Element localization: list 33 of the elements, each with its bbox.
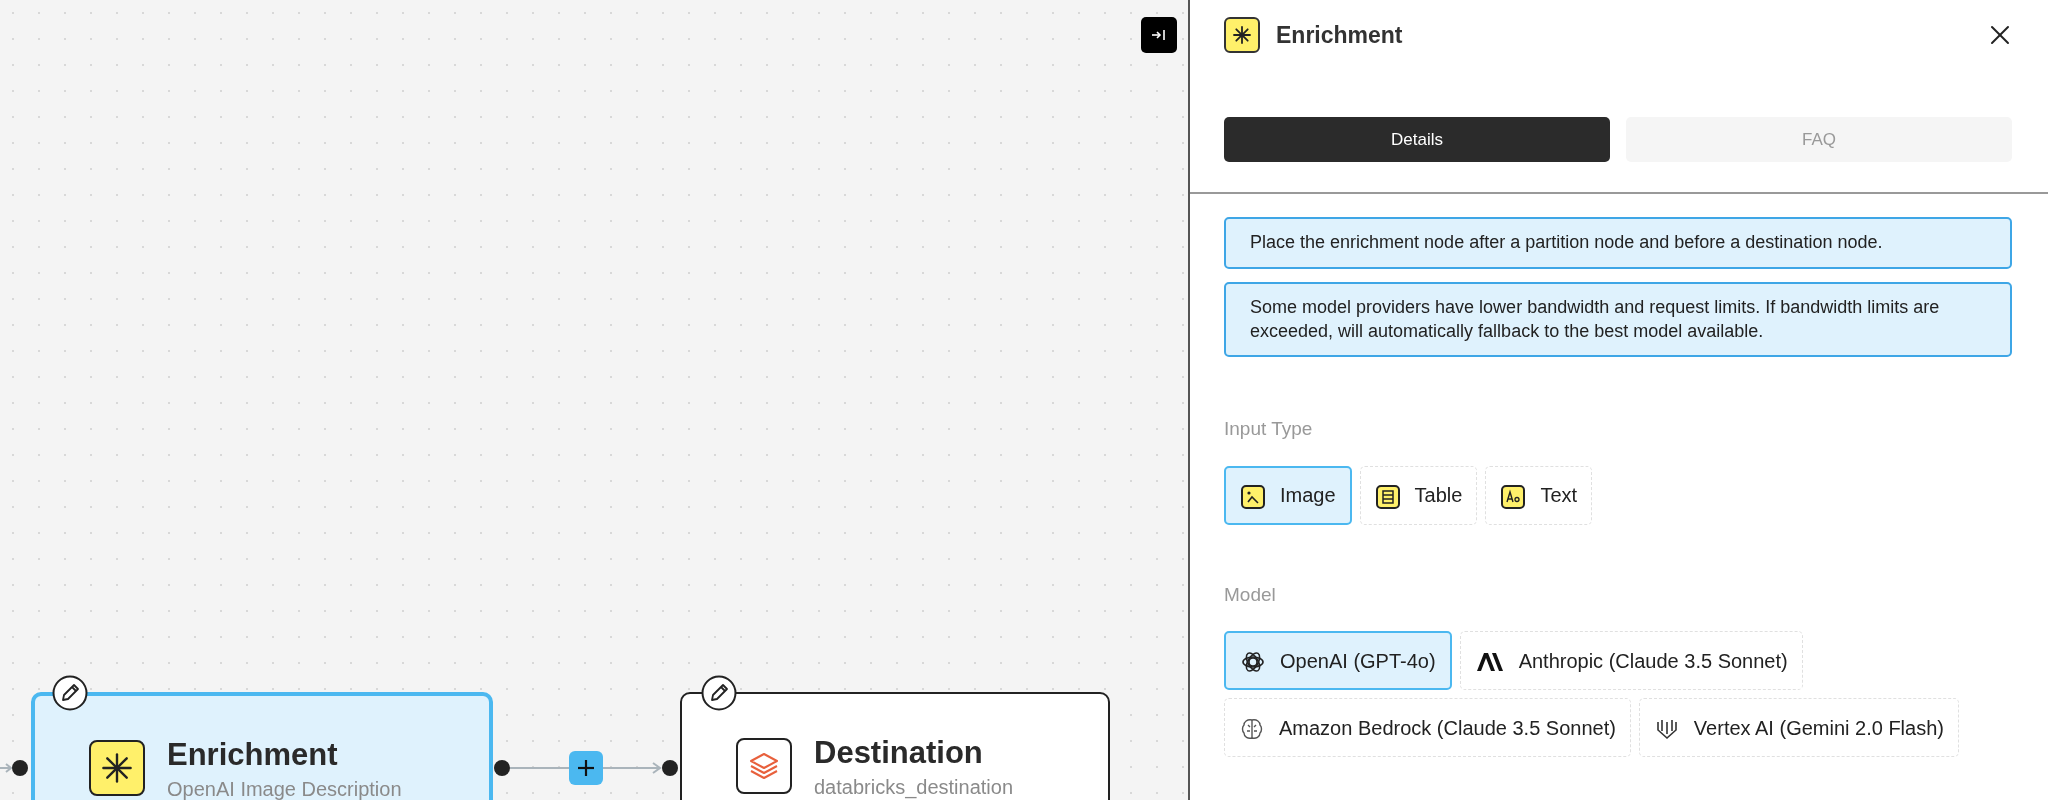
layers-icon — [736, 738, 792, 794]
plus-icon — [576, 758, 596, 778]
tab[interactable]: Details — [1224, 117, 1610, 162]
collapse-arrow-icon — [1152, 29, 1166, 41]
info-message: Place the enrichment node after a partition node and before a destination node. — [1224, 217, 2012, 269]
workflow-node[interactable]: Destination databricks_destination — [680, 692, 1110, 800]
connection-handle[interactable] — [494, 760, 510, 776]
option-button[interactable]: Amazon Bedrock (Claude 3.5 Sonnet) — [1224, 698, 1631, 758]
node-title: Enrichment — [167, 738, 339, 773]
option-button[interactable]: Anthropic (Claude 3.5 Sonnet) — [1459, 631, 1803, 691]
option-button[interactable]: Table — [1359, 465, 1478, 525]
node-subtitle: databricks_destination — [814, 775, 1013, 800]
edit-icon[interactable] — [52, 675, 88, 711]
connection-handle[interactable] — [12, 760, 28, 776]
add-node-button[interactable] — [569, 751, 603, 785]
option-button[interactable]: Image — [1224, 465, 1352, 525]
section-label: Input Type — [1224, 417, 1314, 442]
asterisk-icon — [1224, 17, 1260, 53]
option-button[interactable]: OpenAI (GPT-4o) — [1224, 631, 1452, 691]
info-message: Some model providers have lower bandwidth and request limits. If bandwidth limits are exceeded, will automatically fallback to the best model available. — [1224, 281, 2012, 358]
panel-title: Enrichment — [1276, 20, 1404, 50]
collapse-panel-button[interactable] — [1141, 17, 1177, 53]
section-label: Model — [1224, 582, 1277, 607]
node-title: Destination — [814, 736, 984, 771]
workflow-node[interactable]: Enrichment OpenAI Image Description — [31, 692, 493, 800]
option-button[interactable]: Vertex AI (Gemini 2.0 Flash) — [1638, 698, 1959, 758]
close-button[interactable] — [1988, 23, 2012, 47]
node-subtitle: OpenAI Image Description — [167, 777, 402, 800]
edit-icon[interactable] — [701, 675, 737, 711]
option-button[interactable]: Text — [1485, 465, 1593, 525]
asterisk-icon — [89, 740, 145, 796]
connection-handle[interactable] — [662, 760, 678, 776]
arrow-connector — [0, 762, 12, 774]
